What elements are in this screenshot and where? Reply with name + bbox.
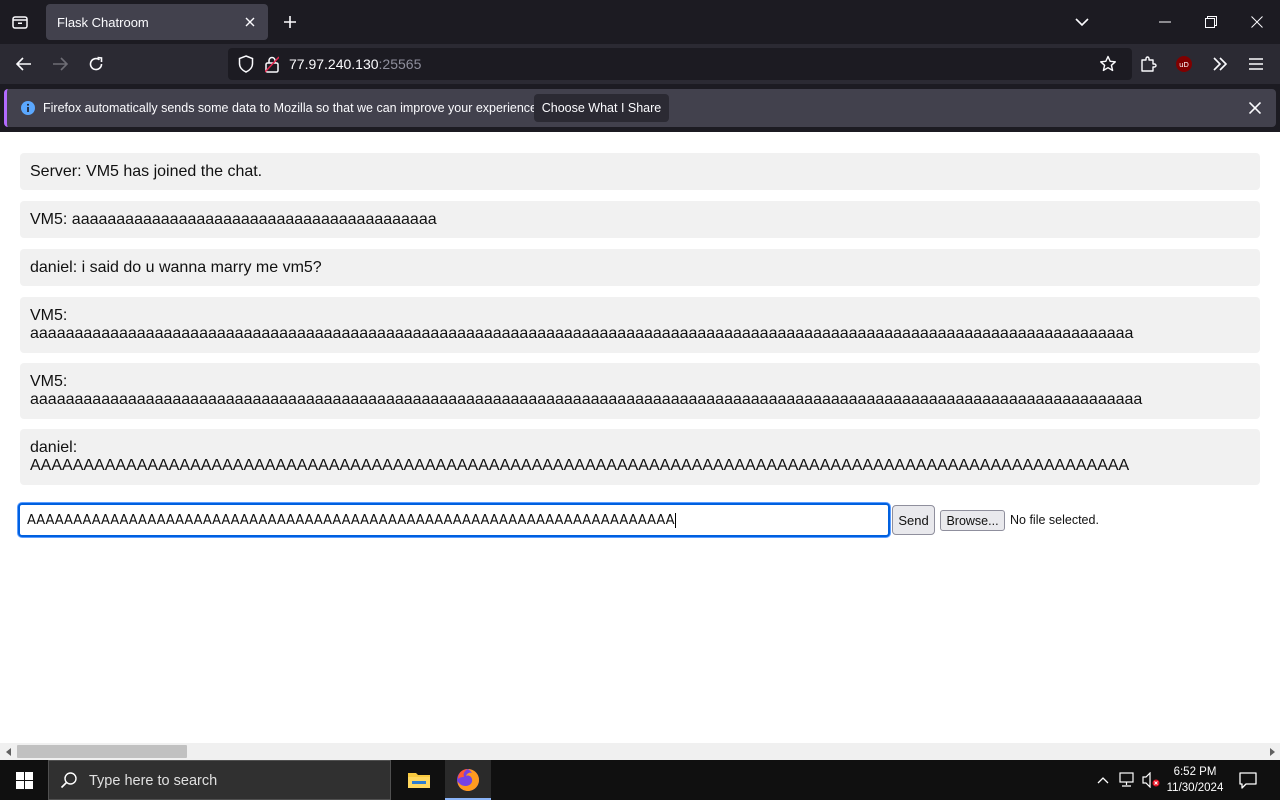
message-sender: VM5: xyxy=(30,373,68,390)
chevron-up-icon[interactable] xyxy=(1092,768,1114,792)
message-text: VM5: aaaaaaaaaaaaaaaaaaaaaaaaaaaaaaaaaaa… xyxy=(30,211,437,228)
search-placeholder: Type here to search xyxy=(89,773,218,789)
taskbar-search-box[interactable]: Type here to search xyxy=(48,760,391,800)
window-close-icon[interactable] xyxy=(1234,0,1280,44)
firefox-view-icon[interactable] xyxy=(4,6,36,38)
tracking-protection-shield-icon[interactable] xyxy=(234,52,258,76)
scroll-right-arrow-icon[interactable] xyxy=(1263,743,1280,760)
file-status-text: No file selected. xyxy=(1010,513,1099,527)
tab-flask-chatroom[interactable]: Flask Chatroom xyxy=(46,4,268,40)
data-collection-notification: Firefox automatically sends some data to… xyxy=(4,89,1276,127)
search-icon xyxy=(59,770,79,790)
close-icon[interactable] xyxy=(1243,96,1267,120)
message-sender: daniel: xyxy=(30,439,78,456)
taskbar-clock[interactable]: 6:52 PM 11/30/2024 xyxy=(1160,764,1230,796)
message-input-value: AAAAAAAAAAAAAAAAAAAAAAAAAAAAAAAAAAAAAAAA… xyxy=(27,512,675,528)
ublock-badge: uD xyxy=(1179,61,1189,69)
tab-strip: Flask Chatroom xyxy=(0,0,1280,44)
horizontal-scrollbar[interactable] xyxy=(0,743,1280,760)
message-text: AAAAAAAAAAAAAAAAAAAAAAAAAAAAAAAAAAAAAAAA… xyxy=(30,457,1130,474)
bookmark-star-icon[interactable] xyxy=(1096,52,1120,76)
message-input[interactable]: AAAAAAAAAAAAAAAAAAAAAAAAAAAAAAAAAAAAAAAA… xyxy=(18,503,890,537)
chat-message: VM5: aaaaaaaaaaaaaaaaaaaaaaaaaaaaaaaaaaa… xyxy=(20,363,1260,419)
file-explorer-icon[interactable] xyxy=(397,760,441,800)
windows-start-icon[interactable] xyxy=(0,760,48,800)
text-caret xyxy=(675,512,677,528)
volume-muted-icon[interactable] xyxy=(1140,768,1162,792)
firefox-taskbar-icon[interactable] xyxy=(445,760,491,800)
url-text: 77.97.240.130:25565 xyxy=(289,56,421,72)
back-arrow-icon[interactable] xyxy=(8,48,40,80)
clock-time: 6:52 PM xyxy=(1173,766,1217,778)
message-text: aaaaaaaaaaaaaaaaaaaaaaaaaaaaaaaaaaaaaaaa… xyxy=(30,325,1134,342)
chat-message: VM5: aaaaaaaaaaaaaaaaaaaaaaaaaaaaaaaaaaa… xyxy=(20,201,1260,238)
scroll-left-arrow-icon[interactable] xyxy=(0,743,17,760)
chevron-down-icon[interactable] xyxy=(1066,6,1098,38)
insecure-lock-icon[interactable] xyxy=(260,52,284,76)
chat-message: Server: VM5 has joined the chat. xyxy=(20,153,1260,190)
action-center-icon[interactable] xyxy=(1234,766,1262,794)
message-text: Server: VM5 has joined the chat. xyxy=(30,163,263,180)
new-tab-icon[interactable] xyxy=(274,6,306,38)
choose-what-i-share-button[interactable]: Choose What I Share xyxy=(534,94,669,122)
browse-file-button[interactable]: Browse... xyxy=(940,510,1005,531)
reload-icon[interactable] xyxy=(80,48,112,80)
scrollbar-thumb[interactable] xyxy=(17,745,187,758)
notification-text: Firefox automatically sends some data to… xyxy=(43,101,541,115)
nav-bar: 77.97.240.130:25565 uD xyxy=(0,44,1280,84)
url-host: 77.97.240.130 xyxy=(289,56,379,72)
info-icon xyxy=(19,99,37,117)
overflow-chevrons-icon[interactable] xyxy=(1204,48,1236,80)
message-text: daniel: i said do u wanna marry me vm5? xyxy=(30,259,322,276)
address-bar[interactable]: 77.97.240.130:25565 xyxy=(228,48,1132,80)
message-sender: VM5: xyxy=(30,307,68,324)
chat-page: Server: VM5 has joined the chat. VM5: aa… xyxy=(0,132,1280,760)
forward-arrow-icon[interactable] xyxy=(44,48,76,80)
hamburger-menu-icon[interactable] xyxy=(1240,48,1272,80)
extensions-puzzle-icon[interactable] xyxy=(1132,48,1164,80)
clock-date: 11/30/2024 xyxy=(1166,782,1224,794)
chat-message: daniel: AAAAAAAAAAAAAAAAAAAAAAAAAAAAAAAA… xyxy=(20,429,1260,485)
message-form: AAAAAAAAAAAAAAAAAAAAAAAAAAAAAAAAAAAAAAAA… xyxy=(18,503,1118,537)
chat-message: daniel: i said do u wanna marry me vm5? xyxy=(20,249,1260,286)
minimize-icon[interactable] xyxy=(1142,0,1188,44)
message-text: aaaaaaaaaaaaaaaaaaaaaaaaaaaaaaaaaaaaaaaa… xyxy=(30,391,1143,408)
windows-taskbar: Type here to search 6:52 PM 11/30/2024 xyxy=(0,760,1280,800)
network-icon[interactable] xyxy=(1116,768,1138,792)
url-port: :25565 xyxy=(378,56,422,72)
ublock-origin-icon[interactable]: uD xyxy=(1168,48,1200,80)
chat-message: VM5: aaaaaaaaaaaaaaaaaaaaaaaaaaaaaaaaaaa… xyxy=(20,297,1260,353)
send-button[interactable]: Send xyxy=(892,505,935,535)
restore-icon[interactable] xyxy=(1188,0,1234,44)
tab-title: Flask Chatroom xyxy=(57,14,149,30)
close-tab-icon[interactable] xyxy=(240,12,260,32)
